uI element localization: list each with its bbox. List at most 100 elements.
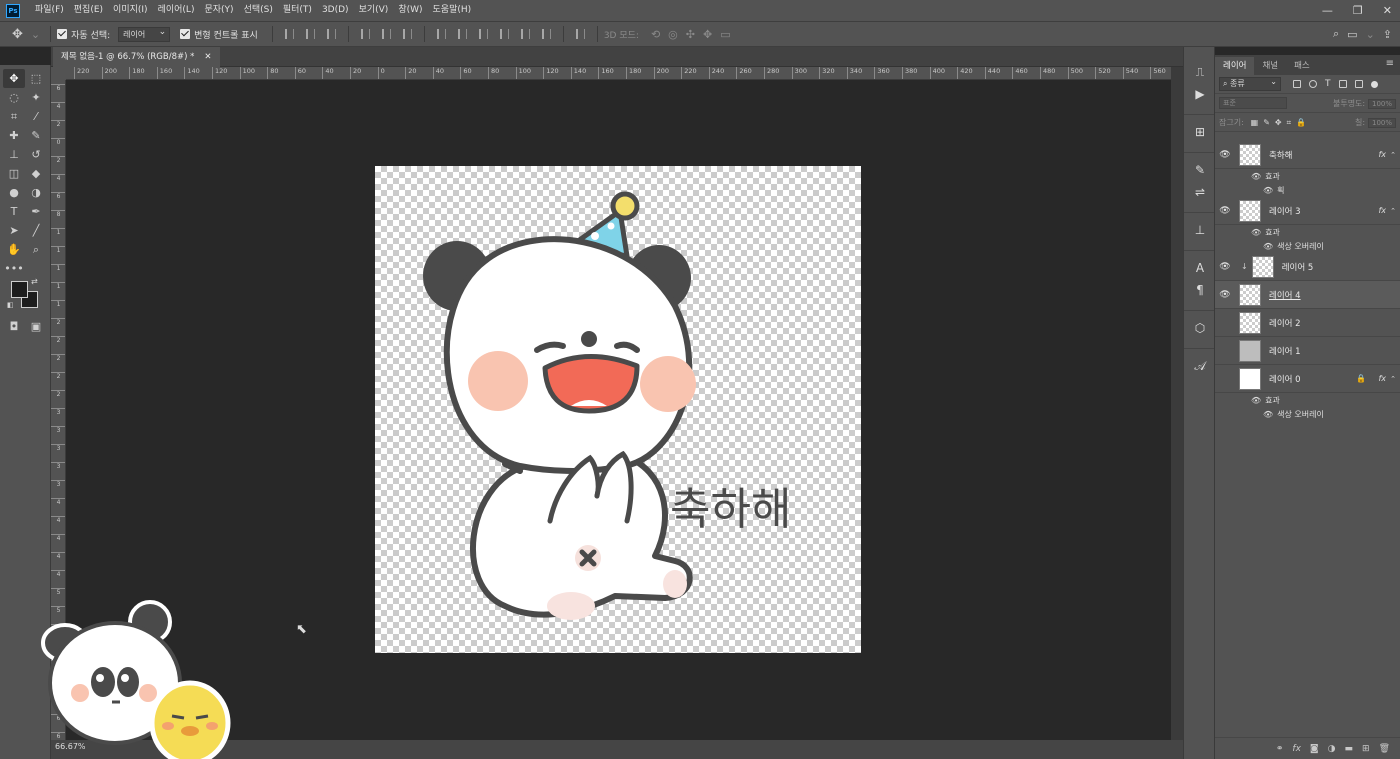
- tab-paths[interactable]: 패스: [1286, 57, 1318, 75]
- effect-eye-icon[interactable]: 👁: [1263, 242, 1273, 251]
- character-panel-icon[interactable]: A: [1184, 257, 1216, 279]
- vertical-scrollbar[interactable]: [1171, 67, 1183, 740]
- distribute-hcenter-icon[interactable]: [520, 29, 530, 39]
- pen-tool-icon[interactable]: ✒: [25, 202, 47, 221]
- blur-tool-icon[interactable]: ●: [3, 183, 25, 202]
- 3d-roll-icon[interactable]: ◎: [668, 28, 678, 41]
- menu-edit[interactable]: 편집(E): [69, 0, 108, 21]
- filter-adjustment-icon[interactable]: [1309, 80, 1317, 88]
- auto-align-icon[interactable]: [575, 29, 585, 39]
- adjustment-layer-icon[interactable]: ◑: [1328, 744, 1336, 754]
- link-layers-icon[interactable]: ⚭: [1276, 744, 1284, 754]
- brush-tool-icon[interactable]: ✎: [25, 126, 47, 145]
- filter-toggle-icon[interactable]: [1370, 80, 1378, 88]
- collapse-effects-icon[interactable]: ⌃: [1390, 207, 1396, 215]
- healing-brush-tool-icon[interactable]: ✚: [3, 126, 25, 145]
- filter-type-icon[interactable]: T: [1325, 79, 1331, 89]
- effects-row[interactable]: 👁 효과: [1215, 169, 1400, 183]
- panel-menu-icon[interactable]: ≡: [1386, 58, 1394, 69]
- 3d-drag-icon[interactable]: ✣: [686, 28, 695, 41]
- align-horizontal-center-icon[interactable]: [381, 29, 391, 39]
- history-brush-tool-icon[interactable]: ↺: [25, 145, 47, 164]
- zoom-tool-icon[interactable]: ⌕: [25, 240, 47, 259]
- menu-filter[interactable]: 필터(T): [278, 0, 317, 21]
- 3d-panel-icon[interactable]: ⬡: [1184, 317, 1216, 339]
- effects-eye-icon[interactable]: 👁: [1251, 172, 1261, 181]
- tool-preset-chevron-icon[interactable]: ⌄: [31, 28, 40, 41]
- more-tools-icon[interactable]: •••: [3, 259, 25, 278]
- lock-icons[interactable]: ▦✎✥⌗🔒: [1251, 118, 1311, 127]
- distribute-left-icon[interactable]: [499, 29, 509, 39]
- history-panel-icon[interactable]: ⎍: [1184, 61, 1216, 83]
- collapse-effects-icon[interactable]: ⌃: [1390, 151, 1396, 159]
- new-layer-icon[interactable]: ⊞: [1362, 744, 1370, 754]
- effect-item[interactable]: 👁 색상 오버레이: [1215, 239, 1400, 253]
- distribute-right-icon[interactable]: [541, 29, 551, 39]
- align-left-icon[interactable]: [360, 29, 370, 39]
- align-bottom-icon[interactable]: [326, 29, 336, 39]
- visibility-eye-icon[interactable]: 👁: [1215, 150, 1235, 160]
- effect-item[interactable]: 👁 색상 오버레이: [1215, 407, 1400, 421]
- auto-select-checkbox[interactable]: [57, 29, 68, 39]
- menu-select[interactable]: 선택(S): [239, 0, 278, 21]
- paragraph-panel-icon[interactable]: ¶: [1184, 279, 1216, 301]
- add-style-icon[interactable]: fx: [1292, 744, 1301, 754]
- opacity-input[interactable]: 100%: [1367, 98, 1396, 109]
- blend-mode-dropdown[interactable]: 표준: [1219, 97, 1287, 109]
- visibility-eye-icon[interactable]: 👁: [1215, 346, 1235, 356]
- search-icon[interactable]: ⌕: [1333, 27, 1339, 41]
- restore-icon[interactable]: ❐: [1353, 4, 1363, 17]
- effect-item[interactable]: 👁 획: [1215, 183, 1400, 197]
- magic-wand-tool-icon[interactable]: ✦: [25, 88, 47, 107]
- tab-layers[interactable]: 레이어: [1215, 57, 1255, 75]
- dodge-tool-icon[interactable]: ◑: [25, 183, 47, 202]
- distribute-bottom-icon[interactable]: [478, 29, 488, 39]
- default-colors-icon[interactable]: ◧: [7, 301, 14, 309]
- transform-controls-checkbox[interactable]: [180, 29, 191, 39]
- layer-row-layer-3[interactable]: 👁 레이어 3 fx ⌃: [1215, 197, 1400, 225]
- lasso-tool-icon[interactable]: ◌: [3, 88, 25, 107]
- minimize-icon[interactable]: —: [1322, 4, 1333, 17]
- effects-row[interactable]: 👁 효과: [1215, 225, 1400, 239]
- marquee-tool-icon[interactable]: ⬚: [25, 69, 47, 88]
- move-tool-icon[interactable]: ✥: [12, 27, 23, 42]
- brush-panel-icon[interactable]: ✎: [1184, 159, 1216, 181]
- libraries-panel-icon[interactable]: ⊞: [1184, 121, 1216, 143]
- layer-row-layer-2[interactable]: 👁 레이어 2: [1215, 309, 1400, 337]
- tab-channels[interactable]: 채널: [1254, 57, 1286, 75]
- stamp-tool-icon[interactable]: ⊥: [3, 145, 25, 164]
- swap-colors-icon[interactable]: ⇄: [31, 277, 38, 286]
- layer-row-layer-5[interactable]: 👁 ↓ 레이어 5: [1215, 253, 1400, 281]
- layer-filter-dropdown[interactable]: ⌕ 종류: [1219, 76, 1281, 91]
- line-tool-icon[interactable]: ╱: [25, 221, 47, 240]
- 3d-orbit-icon[interactable]: ⟲: [651, 28, 660, 41]
- screen-mode-icon[interactable]: ▣: [28, 319, 44, 333]
- effects-eye-icon[interactable]: 👁: [1251, 228, 1261, 237]
- visibility-eye-icon[interactable]: 👁: [1215, 318, 1235, 328]
- fx-icon[interactable]: fx: [1378, 150, 1386, 159]
- fill-input[interactable]: 100%: [1367, 117, 1396, 128]
- crop-tool-icon[interactable]: ⌗: [3, 107, 25, 126]
- paint-bucket-tool-icon[interactable]: ◆: [25, 164, 47, 183]
- distribute-top-icon[interactable]: [436, 29, 446, 39]
- eraser-tool-icon[interactable]: ◫: [3, 164, 25, 183]
- menu-layer[interactable]: 레이어(L): [153, 0, 200, 21]
- layer-row-layer-4[interactable]: 👁 레이어 4: [1215, 281, 1400, 309]
- clone-source-icon[interactable]: ⊥: [1184, 219, 1216, 241]
- close-tab-icon[interactable]: ✕: [204, 47, 211, 67]
- visibility-eye-icon[interactable]: 👁: [1215, 374, 1235, 384]
- collapse-effects-icon[interactable]: ⌃: [1390, 375, 1396, 383]
- add-mask-icon[interactable]: ◙: [1310, 744, 1319, 754]
- menu-help[interactable]: 도움말(H): [428, 0, 477, 21]
- layer-row-celebration-text[interactable]: 👁 축하해 fx ⌃: [1215, 141, 1400, 169]
- menu-window[interactable]: 창(W): [393, 0, 427, 21]
- document-canvas[interactable]: 축하해: [375, 166, 861, 653]
- quick-mask-icon[interactable]: ◘: [6, 319, 22, 333]
- workspace-icon[interactable]: ▭: [1347, 28, 1357, 41]
- filter-pixel-icon[interactable]: [1293, 80, 1301, 88]
- menu-view[interactable]: 보기(V): [354, 0, 394, 21]
- foreground-color-swatch[interactable]: [11, 281, 28, 298]
- menu-file[interactable]: 파일(F): [30, 0, 69, 21]
- auto-select-dropdown[interactable]: 레이어: [118, 26, 171, 42]
- menu-type[interactable]: 문자(Y): [199, 0, 238, 21]
